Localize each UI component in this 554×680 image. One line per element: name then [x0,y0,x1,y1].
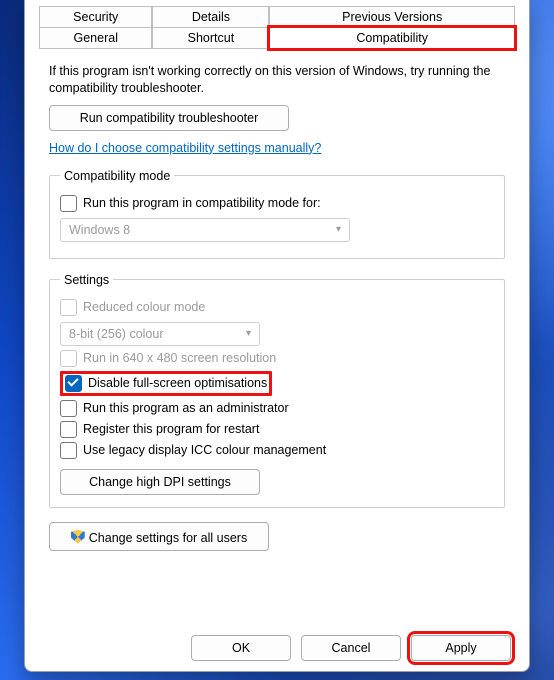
compat-mode-legend: Compatibility mode [60,169,174,183]
compat-mode-label: Run this program in compatibility mode f… [83,196,321,210]
change-all-users-label: Change settings for all users [89,531,247,545]
tab-previous-versions[interactable]: Previous Versions [269,6,515,27]
disable-fso-checkbox[interactable] [65,375,82,392]
uac-shield-icon [71,530,85,544]
run-as-admin-checkbox[interactable] [60,400,77,417]
reduced-colour-label: Reduced colour mode [83,300,205,314]
legacy-icc-checkbox[interactable] [60,442,77,459]
chevron-down-icon: ▾ [336,224,341,235]
help-link[interactable]: How do I choose compatibility settings m… [49,141,321,155]
run-640-label: Run in 640 x 480 screen resolution [83,351,276,365]
change-dpi-button[interactable]: Change high DPI settings [60,469,260,495]
tab-strip: Security Details Previous Versions Gener… [39,6,515,49]
properties-dialog: Security Details Previous Versions Gener… [24,0,530,672]
ok-button[interactable]: OK [191,635,291,661]
legacy-icc-label: Use legacy display ICC colour management [83,443,326,457]
change-all-users-button[interactable]: Change settings for all users [49,522,269,551]
settings-legend: Settings [60,273,113,287]
run-troubleshooter-button[interactable]: Run compatibility troubleshooter [49,105,289,131]
colour-mode-select-value: 8-bit (256) colour [69,327,164,341]
chevron-down-icon: ▾ [246,328,251,339]
register-restart-checkbox[interactable] [60,421,77,438]
run-640-checkbox [60,350,77,367]
compat-mode-select-value: Windows 8 [69,223,130,237]
register-restart-label: Register this program for restart [83,422,259,436]
settings-group: Settings Reduced colour mode 8-bit (256)… [49,273,505,508]
compat-mode-select[interactable]: Windows 8 ▾ [60,218,350,242]
reduced-colour-checkbox [60,299,77,316]
tab-compatibility[interactable]: Compatibility [269,27,515,49]
intro-text: If this program isn't working correctly … [49,63,505,97]
tab-details[interactable]: Details [152,6,269,27]
compat-mode-checkbox[interactable] [60,195,77,212]
tab-general[interactable]: General [39,27,152,49]
disable-fso-label: Disable full-screen optimisations [88,376,267,390]
tab-security[interactable]: Security [39,6,152,27]
apply-button[interactable]: Apply [411,635,511,661]
tab-shortcut[interactable]: Shortcut [152,27,269,49]
cancel-button[interactable]: Cancel [301,635,401,661]
colour-mode-select: 8-bit (256) colour ▾ [60,322,260,346]
dialog-footer: OK Cancel Apply [25,635,529,661]
compatibility-mode-group: Compatibility mode Run this program in c… [49,169,505,259]
run-as-admin-label: Run this program as an administrator [83,401,289,415]
